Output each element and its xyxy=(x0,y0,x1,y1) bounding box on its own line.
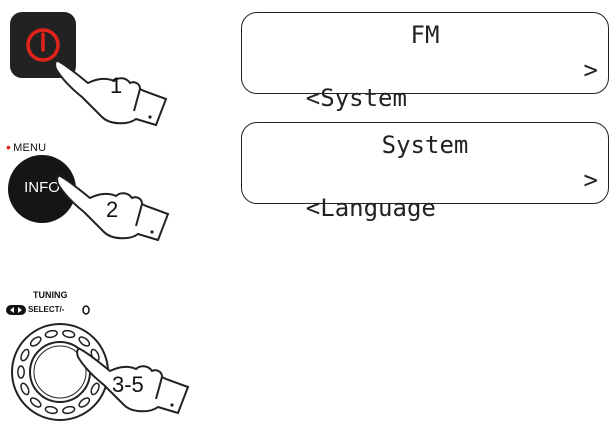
chevron-right-icon: > xyxy=(583,166,598,194)
lcd-menu-item-text: <Language xyxy=(305,194,436,222)
lcd-display: FM <System > xyxy=(241,12,609,112)
step-number: 2 xyxy=(106,197,119,222)
lcd-title: FM xyxy=(410,21,440,49)
lcd-display: System <Language > xyxy=(241,122,609,222)
menu-label: • MENU xyxy=(6,139,46,155)
step-number: 1 xyxy=(110,73,123,98)
chevron-right-icon: > xyxy=(583,56,598,84)
select-label: SELECT/- xyxy=(28,305,65,314)
knob-grip xyxy=(17,365,25,379)
tuning-arrows-icon xyxy=(6,305,26,315)
step-number: 3-5 xyxy=(112,372,144,397)
menu-label-text: MENU xyxy=(13,142,47,154)
lcd-menu-item: <Language > xyxy=(248,166,598,278)
red-dot-icon: • xyxy=(6,139,12,155)
lcd-menu-item-text: <System xyxy=(305,84,407,112)
tuning-label: TUNING xyxy=(33,290,68,300)
info-small-icon xyxy=(82,305,90,315)
lcd-title: System xyxy=(381,131,469,159)
